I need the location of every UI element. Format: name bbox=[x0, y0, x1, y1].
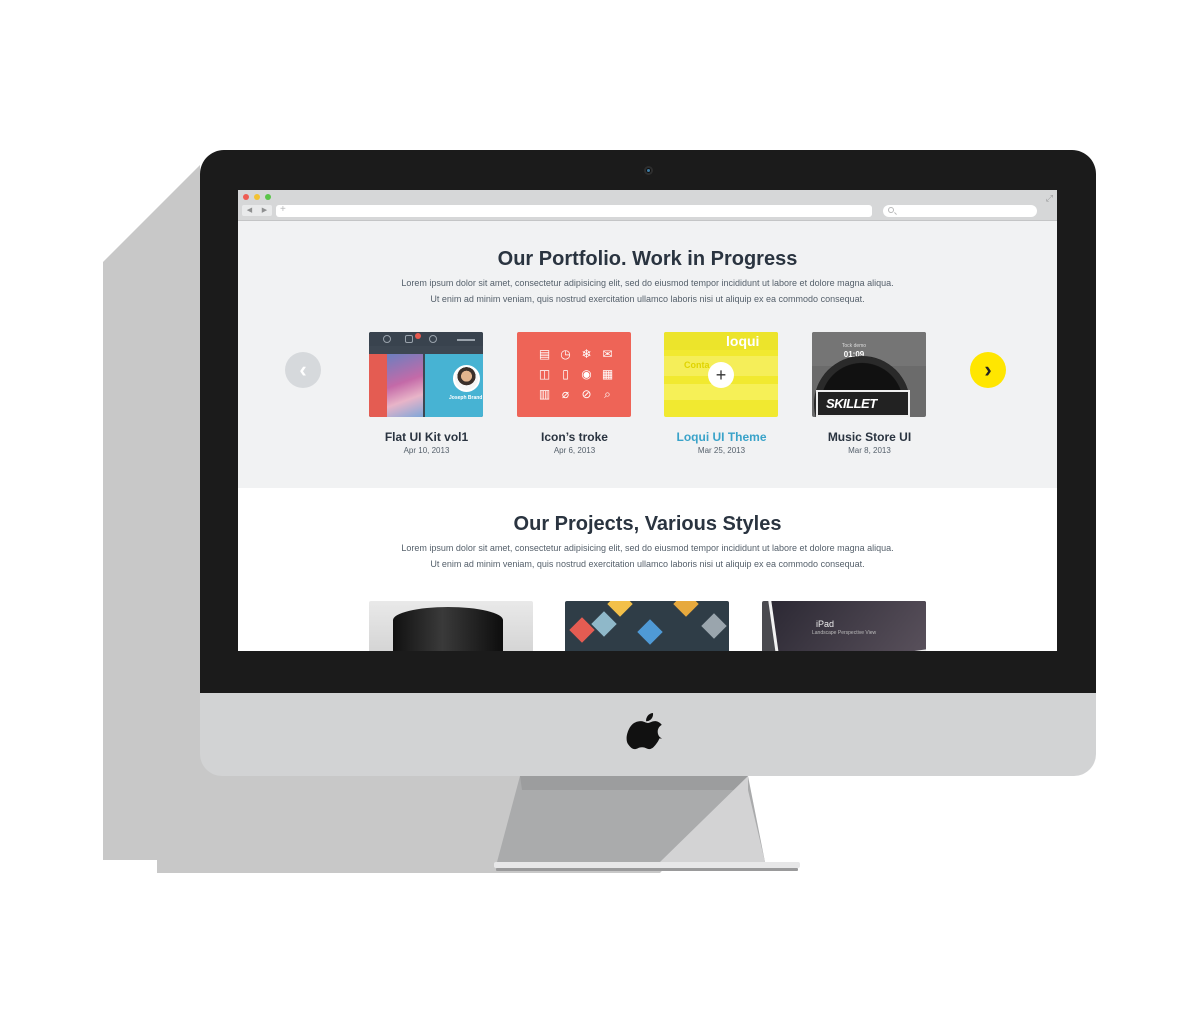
ipad-device bbox=[767, 601, 926, 651]
portfolio-card-date: Apr 10, 2013 bbox=[403, 446, 450, 455]
coffee-cup-shape bbox=[393, 607, 503, 651]
album-band-name: SKILLET bbox=[826, 396, 877, 411]
box-icon bbox=[673, 601, 699, 617]
icon-grid: ▤ ◷ ❄ ✉ ◫ ▯ ◉ ▦ ▥ ⌀ ⊘ ⌕ bbox=[534, 344, 618, 404]
maximize-window-button[interactable] bbox=[265, 194, 271, 200]
thumb-row-text: Conta bbox=[684, 360, 710, 370]
thumb-header bbox=[664, 332, 778, 350]
portfolio-card[interactable]: Tock demo 01:09 SKILLET Music Store UI M… bbox=[812, 332, 927, 455]
portfolio-card-title[interactable]: Loqui UI Theme bbox=[664, 430, 779, 444]
portfolio-card-title[interactable]: Flat UI Kit vol1 bbox=[369, 430, 484, 444]
eye-icon: ◉ bbox=[581, 367, 592, 381]
close-window-button[interactable] bbox=[243, 194, 249, 200]
search-icon bbox=[888, 207, 894, 213]
portfolio-card-date: Apr 6, 2013 bbox=[553, 446, 596, 455]
folder-icon bbox=[607, 601, 633, 617]
portfolio-text-line: Lorem ipsum dolor sit amet, consectetur … bbox=[401, 278, 894, 288]
projects-title: Our Projects, Various Styles bbox=[513, 513, 782, 535]
store-icon bbox=[569, 617, 595, 643]
portfolio-card-title[interactable]: Music Store UI bbox=[812, 430, 927, 444]
projects-text-line: Lorem ipsum dolor sit amet, consectetur … bbox=[401, 543, 894, 553]
chart-icon: ▥ bbox=[538, 387, 551, 401]
back-button[interactable]: ◀ bbox=[247, 205, 252, 216]
monitor-chin bbox=[200, 693, 1096, 776]
browser-nav-buttons: ◀ ▶ bbox=[242, 205, 272, 216]
portfolio-title: Our Portfolio. Work in Progress bbox=[497, 248, 798, 270]
handset-icon: ⊘ bbox=[581, 387, 592, 401]
snowflake-icon: ❄ bbox=[581, 347, 592, 361]
avatar bbox=[453, 365, 480, 392]
projects-description: Lorem ipsum dolor sit amet, consectetur … bbox=[238, 540, 1057, 572]
chevron-left-icon: ‹ bbox=[299, 357, 307, 382]
clock-icon: ◷ bbox=[560, 347, 571, 361]
chevron-right-icon: › bbox=[984, 357, 992, 382]
notification-badge bbox=[415, 333, 421, 339]
portfolio-thumbnail[interactable]: Joseph Brand bbox=[369, 332, 483, 417]
gear-icon bbox=[383, 335, 391, 343]
portfolio-card-date: Mar 25, 2013 bbox=[697, 446, 746, 455]
trash-icon bbox=[701, 613, 727, 639]
browser-chrome: ◀ ▶ + ⤢ bbox=[238, 190, 1057, 221]
ipad-mockup-image[interactable]: iPad Landscape Perspective View bbox=[762, 601, 926, 651]
menu-icon bbox=[457, 339, 475, 341]
thumb-sidebar bbox=[369, 354, 387, 417]
portfolio-section: Our Portfolio. Work in Progress Lorem ip… bbox=[238, 221, 1057, 488]
portfolio-card-title[interactable]: Icon’s troke bbox=[517, 430, 632, 444]
mockup-stage: ◀ ▶ + ⤢ Our Portfolio. Work in Progress … bbox=[0, 0, 1200, 1024]
thumb-photo bbox=[387, 354, 423, 417]
portfolio-card-date: Mar 8, 2013 bbox=[848, 446, 891, 455]
thumb-logo: loqui bbox=[726, 333, 760, 349]
magnifier-icon: ⌕ bbox=[604, 386, 611, 401]
projects-text-line: Ut enim ad minim veniam, quis nostrud ex… bbox=[430, 559, 865, 569]
flat-icons-image[interactable] bbox=[565, 601, 729, 651]
camera-icon bbox=[644, 166, 653, 175]
plus-icon[interactable]: + bbox=[708, 362, 734, 388]
photo-icon bbox=[637, 619, 663, 645]
apple-logo-icon bbox=[626, 713, 663, 750]
phone-icon: ▯ bbox=[562, 367, 569, 381]
ipad-label: iPad bbox=[816, 619, 835, 629]
carousel-prev-button[interactable]: ‹ bbox=[285, 352, 321, 388]
browser-search-input[interactable] bbox=[883, 205, 1037, 217]
calendar-icon: ▦ bbox=[601, 367, 614, 381]
portfolio-thumbnail[interactable]: ▤ ◷ ❄ ✉ ◫ ▯ ◉ ▦ ▥ ⌀ ⊘ ⌕ bbox=[517, 332, 631, 417]
portfolio-description: Lorem ipsum dolor sit amet, consectetur … bbox=[238, 275, 1057, 307]
document-icon: ▤ bbox=[538, 347, 551, 361]
user-icon bbox=[429, 335, 437, 343]
portfolio-card[interactable]: ▤ ◷ ❄ ✉ ◫ ▯ ◉ ▦ ▥ ⌀ ⊘ ⌕ Icon’s troke Apr… bbox=[517, 332, 632, 455]
new-tab-icon[interactable]: + bbox=[280, 204, 286, 216]
forward-button[interactable]: ▶ bbox=[262, 205, 267, 216]
ipad-sublabel: Landscape Perspective View bbox=[812, 630, 877, 636]
projects-section: Our Projects, Various Styles Lorem ipsum… bbox=[238, 488, 1057, 651]
screen: ◀ ▶ + ⤢ Our Portfolio. Work in Progress … bbox=[238, 190, 1057, 651]
album-sleeve: SKILLET bbox=[816, 390, 910, 417]
thumb-profile-name: Joseph Brand bbox=[449, 395, 483, 401]
coffee-cup-image[interactable] bbox=[369, 601, 533, 651]
portfolio-card-active[interactable]: loqui Conta + Loqui UI Theme Mar 25, 201… bbox=[664, 332, 779, 455]
chat-icon: ◫ bbox=[538, 367, 551, 381]
portfolio-thumbnail[interactable]: loqui Conta + bbox=[664, 332, 778, 417]
thumb-caption: Tock demo bbox=[841, 343, 867, 349]
portfolio-text-line: Ut enim ad minim veniam, quis nostrud ex… bbox=[430, 294, 865, 304]
minimize-window-button[interactable] bbox=[254, 194, 260, 200]
mail-icon bbox=[405, 335, 413, 343]
window-icon bbox=[591, 611, 617, 637]
mail-icon: ✉ bbox=[602, 347, 613, 361]
portfolio-card[interactable]: Joseph Brand Flat UI Kit vol1 Apr 10, 20… bbox=[369, 332, 484, 455]
portfolio-thumbnail[interactable]: Tock demo 01:09 SKILLET bbox=[812, 332, 926, 417]
carousel-next-button[interactable]: › bbox=[970, 352, 1006, 388]
paperclip-icon: ⌀ bbox=[561, 387, 570, 401]
address-bar[interactable]: + bbox=[276, 204, 872, 217]
fullscreen-icon[interactable]: ⤢ bbox=[1046, 193, 1053, 203]
